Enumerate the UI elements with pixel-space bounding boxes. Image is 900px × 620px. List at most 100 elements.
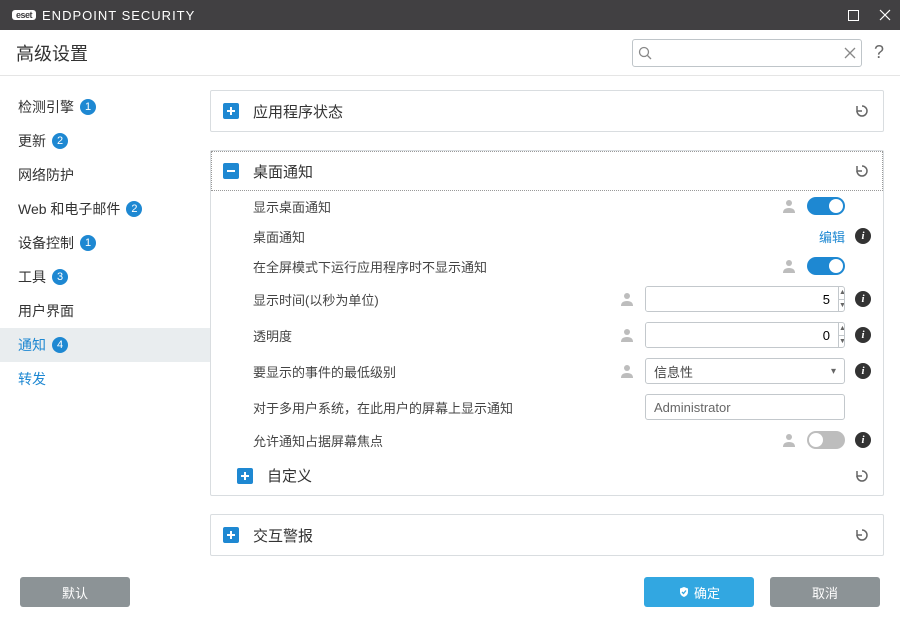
duration-stepper[interactable]: ▲▼	[645, 286, 845, 312]
expand-icon	[223, 103, 239, 119]
brand-text: ENDPOINT SECURITY	[42, 8, 195, 23]
row-label: 在全屏模式下运行应用程序时不显示通知	[253, 257, 583, 276]
info-icon[interactable]: i	[855, 432, 871, 448]
panel-app-status: 应用程序状态	[210, 90, 884, 132]
button-label: 默认	[62, 583, 88, 602]
toggle-show-notifications[interactable]	[807, 197, 845, 215]
ok-button[interactable]: 确定	[644, 577, 754, 607]
user-icon	[619, 291, 635, 307]
level-select[interactable]: 信息性 ▾	[645, 358, 845, 384]
user-icon	[781, 198, 797, 214]
sidebar-badge: 4	[52, 337, 68, 353]
sidebar-item-network[interactable]: 网络防护	[0, 158, 210, 192]
sidebar-badge: 1	[80, 235, 96, 251]
spacer	[855, 258, 871, 274]
user-icon	[781, 432, 797, 448]
undo-icon[interactable]	[853, 467, 871, 485]
edit-link[interactable]: 编辑	[819, 227, 845, 246]
expand-icon	[237, 468, 253, 484]
row-label: 透明度	[253, 326, 583, 345]
row-edit-notifications: 桌面通知 编辑 i	[211, 221, 883, 251]
titlebar: eset ENDPOINT SECURITY	[0, 0, 900, 30]
info-icon[interactable]: i	[855, 228, 871, 244]
row-show-notifications: 显示桌面通知	[211, 191, 883, 221]
duration-input[interactable]	[646, 287, 838, 311]
window-close-icon[interactable]	[878, 8, 892, 22]
spin-up-icon[interactable]: ▲	[839, 323, 845, 336]
collapse-icon	[223, 163, 239, 179]
panel-interactive-alerts: 交互警报	[210, 514, 884, 556]
footer: 默认 确定 取消	[0, 564, 900, 620]
button-label: 确定	[694, 583, 720, 602]
row-label: 要显示的事件的最低级别	[253, 362, 583, 381]
search-input[interactable]	[632, 39, 862, 67]
button-label: 取消	[812, 583, 838, 602]
spacer	[855, 399, 871, 415]
user-icon	[781, 258, 797, 274]
sidebar-item-ui[interactable]: 用户界面	[0, 294, 210, 328]
sidebar-item-label: Web 和电子邮件	[18, 199, 120, 219]
row-opacity: 透明度 ▲▼ i	[211, 317, 883, 353]
undo-icon[interactable]	[853, 162, 871, 180]
undo-icon[interactable]	[853, 102, 871, 120]
panel-header-interactive[interactable]: 交互警报	[211, 515, 883, 555]
row-multiuser: 对于多用户系统，在此用户的屏幕上显示通知	[211, 389, 883, 425]
sidebar-item-label: 通知	[18, 335, 46, 355]
shield-icon	[678, 586, 690, 598]
info-icon[interactable]: i	[855, 327, 871, 343]
help-icon[interactable]: ?	[874, 42, 884, 63]
panel-title: 自定义	[267, 465, 312, 486]
panel-header-desktop[interactable]: 桌面通知	[211, 151, 883, 191]
panel-title: 桌面通知	[253, 161, 313, 182]
sidebar-item-label: 工具	[18, 267, 46, 287]
sidebar-item-label: 转发	[18, 369, 46, 389]
opacity-input[interactable]	[646, 323, 838, 347]
sidebar-item-device[interactable]: 设备控制 1	[0, 226, 210, 260]
sidebar-item-label: 网络防护	[18, 165, 74, 185]
info-icon[interactable]: i	[855, 363, 871, 379]
row-duration: 显示时间(以秒为单位) ▲▼ i	[211, 281, 883, 317]
panel-title: 应用程序状态	[253, 101, 343, 122]
sidebar-item-web-email[interactable]: Web 和电子邮件 2	[0, 192, 210, 226]
sidebar-badge: 1	[80, 99, 96, 115]
select-value: 信息性	[654, 362, 693, 381]
header: 高级设置 ?	[0, 30, 900, 76]
row-label: 对于多用户系统，在此用户的屏幕上显示通知	[253, 398, 583, 417]
sidebar-badge: 3	[52, 269, 68, 285]
row-label: 显示桌面通知	[253, 197, 583, 216]
row-label: 桌面通知	[253, 227, 583, 246]
spin-down-icon[interactable]: ▼	[839, 300, 845, 312]
toggle-focus[interactable]	[807, 431, 845, 449]
panel-header-app-status[interactable]: 应用程序状态	[211, 91, 883, 131]
search-box	[632, 39, 862, 67]
row-label: 显示时间(以秒为单位)	[253, 290, 583, 309]
main-content: 应用程序状态 桌面通知 显示桌面通知	[210, 76, 900, 564]
row-min-level: 要显示的事件的最低级别 信息性 ▾ i	[211, 353, 883, 389]
sidebar-subitem-notifications[interactable]: 通知 4	[0, 328, 210, 362]
expand-icon	[223, 527, 239, 543]
panel-desktop-notifications: 桌面通知 显示桌面通知 桌面通知 编辑 i	[210, 150, 884, 496]
toggle-fullscreen-suppress[interactable]	[807, 257, 845, 275]
subpanel-header-custom[interactable]: 自定义	[211, 455, 883, 495]
opacity-stepper[interactable]: ▲▼	[645, 322, 845, 348]
user-icon	[619, 363, 635, 379]
sidebar-item-tools[interactable]: 工具 3	[0, 260, 210, 294]
spin-down-icon[interactable]: ▼	[839, 336, 845, 348]
multiuser-input[interactable]	[645, 394, 845, 420]
spin-up-icon[interactable]: ▲	[839, 287, 845, 300]
sidebar: 检测引擎 1 更新 2 网络防护 Web 和电子邮件 2 设备控制 1 工具 3…	[0, 76, 210, 564]
info-icon[interactable]: i	[855, 291, 871, 307]
sidebar-item-label: 更新	[18, 131, 46, 151]
row-label: 允许通知占据屏幕焦点	[253, 431, 583, 450]
search-clear-icon[interactable]	[844, 47, 856, 59]
sidebar-item-update[interactable]: 更新 2	[0, 124, 210, 158]
user-icon	[619, 327, 635, 343]
sidebar-item-detection[interactable]: 检测引擎 1	[0, 90, 210, 124]
undo-icon[interactable]	[853, 526, 871, 544]
page-title: 高级设置	[16, 40, 88, 66]
cancel-button[interactable]: 取消	[770, 577, 880, 607]
sidebar-item-label: 用户界面	[18, 301, 74, 321]
window-maximize-icon[interactable]	[846, 8, 860, 22]
sidebar-subitem-forward[interactable]: 转发	[0, 362, 210, 396]
default-button[interactable]: 默认	[20, 577, 130, 607]
